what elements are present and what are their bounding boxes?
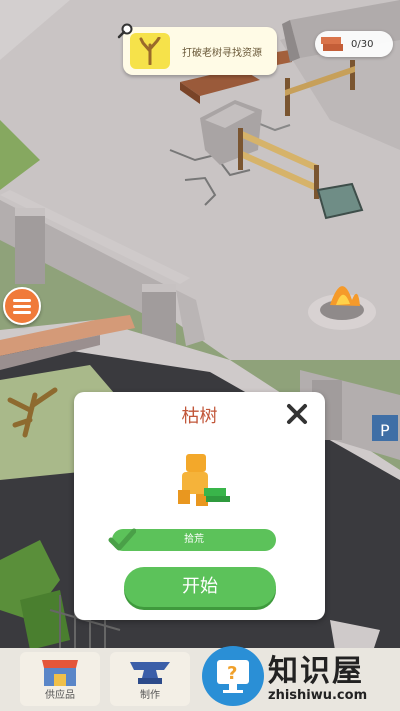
resource-counter: 0/30 (315, 31, 393, 57)
help-monitor-icon[interactable]: ? (202, 646, 264, 706)
tab-label-crafting: 制作 (140, 690, 160, 701)
tab-crafting[interactable]: 制作 (110, 652, 190, 706)
tab-supplies[interactable]: 供应品 (20, 652, 100, 706)
quest-text: 打破老树寻找资源 (182, 47, 262, 59)
resource-count: 0/30 (351, 38, 374, 50)
anvil-icon (130, 662, 170, 684)
svg-text:?: ? (227, 663, 237, 684)
close-icon[interactable] (284, 401, 310, 427)
start-button[interactable]: 开始 (124, 567, 276, 607)
parking-sign: P (380, 421, 390, 440)
hamburger-icon (13, 298, 31, 302)
tab-label-supplies: 供应品 (45, 690, 75, 701)
shop-icon (42, 660, 78, 686)
magnifier-icon (117, 23, 133, 39)
dead-tree-icon (130, 33, 170, 69)
check-icon (108, 528, 136, 551)
task-progress-bar: 拾荒 (112, 529, 276, 551)
task-label: 拾荒 (184, 534, 204, 545)
worker-figure (178, 454, 230, 506)
dead-tree-dialog: 枯树 拾荒 开始 (74, 392, 325, 620)
watermark-text: 知识屋 (268, 654, 364, 689)
watermark-sub: zhishiwu.com (268, 688, 368, 703)
quest-bubble[interactable]: 打破老树寻找资源 (123, 27, 277, 75)
brick-icon (321, 37, 343, 51)
menu-button[interactable] (3, 287, 41, 325)
